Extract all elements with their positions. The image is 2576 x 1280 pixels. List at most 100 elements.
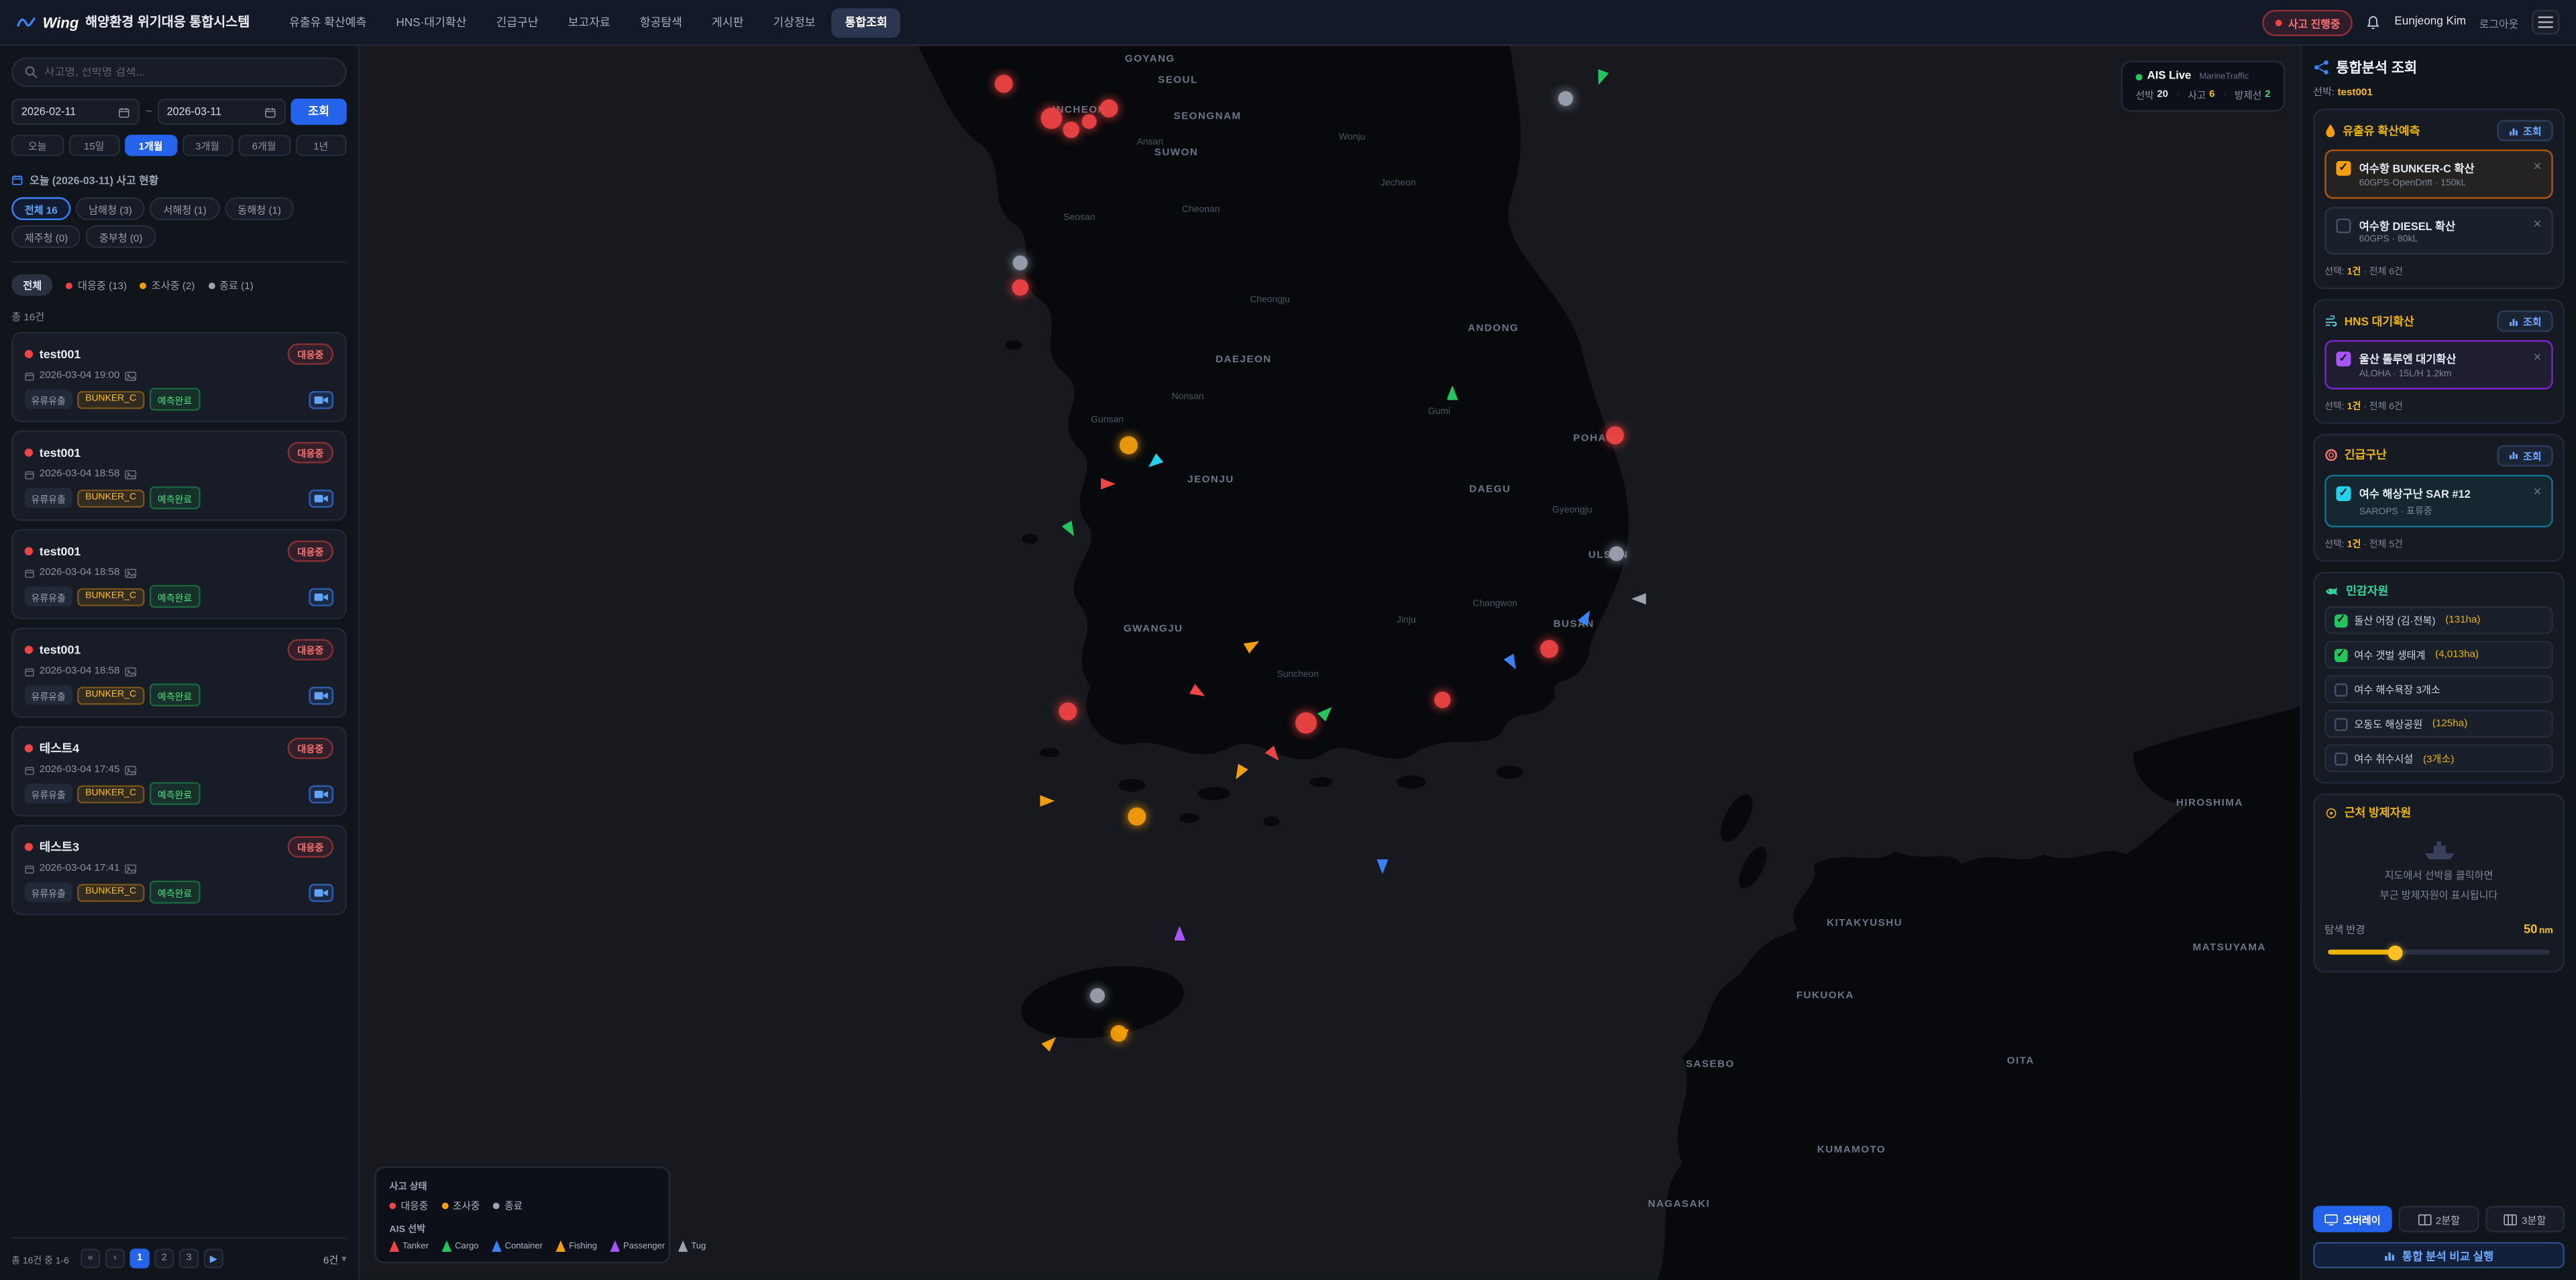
- view-3split-button[interactable]: 3분할: [2485, 1206, 2564, 1232]
- nav-item[interactable]: 긴급구난: [483, 7, 551, 37]
- region-chip[interactable]: 서해청 (1): [150, 197, 220, 220]
- nav-item[interactable]: 항공탐색: [627, 7, 695, 37]
- resource-item[interactable]: ✓ 여수 취수시설 (3개소): [2324, 744, 2553, 772]
- checkbox[interactable]: ✓: [2334, 683, 2348, 696]
- nav-item[interactable]: 유출유 확산예측: [276, 7, 380, 37]
- map-canvas[interactable]: GOYANG SEOUL INCHEON SEONGNAM Ansan SUWO…: [360, 46, 2300, 1280]
- quick-range-button[interactable]: 오늘: [11, 135, 63, 156]
- status-filter[interactable]: 전체: [11, 274, 53, 296]
- incident-marker[interactable]: [1090, 988, 1105, 1003]
- spill-scenario-item[interactable]: ✓ 여수항 DIESEL 확산 60GPS · 80kL ×: [2324, 206, 2553, 254]
- incident-marker[interactable]: [1540, 640, 1558, 658]
- incident-marker[interactable]: [1012, 279, 1028, 295]
- cctv-button[interactable]: [309, 390, 333, 409]
- bell-icon[interactable]: [2367, 14, 2381, 30]
- checkbox[interactable]: ✓: [2336, 486, 2351, 500]
- first-page-button[interactable]: «: [80, 1248, 100, 1268]
- resource-item[interactable]: ✓ 오동도 해상공원 (125ha): [2324, 710, 2553, 738]
- region-chip[interactable]: 남해청 (3): [76, 197, 146, 220]
- incident-marker[interactable]: [1063, 121, 1079, 138]
- region-chip[interactable]: 제주청 (0): [11, 225, 81, 248]
- status-filter[interactable]: 조사중 (2): [140, 278, 195, 292]
- page-size-select[interactable]: 6건 ▾: [323, 1251, 347, 1266]
- quick-range-button[interactable]: 1개월: [125, 135, 176, 156]
- incident-marker[interactable]: [1128, 808, 1146, 826]
- region-chip[interactable]: 전체 16: [11, 197, 70, 220]
- run-analysis-button[interactable]: 통합 분석 비교 실행: [2313, 1242, 2565, 1268]
- quick-range-button[interactable]: 3개월: [182, 135, 233, 156]
- page-button[interactable]: 2: [154, 1248, 174, 1268]
- view-2split-button[interactable]: 2분할: [2399, 1206, 2478, 1232]
- checkbox[interactable]: ✓: [2334, 614, 2348, 627]
- search-input[interactable]: [44, 66, 333, 78]
- checkbox[interactable]: ✓: [2336, 217, 2351, 232]
- logout-button[interactable]: 로그아웃: [2479, 14, 2519, 30]
- date-from-input[interactable]: 2026-02-11: [11, 99, 140, 125]
- incident-card[interactable]: test001 대응중 2026-03-04 18:58: [11, 628, 347, 718]
- close-icon[interactable]: ×: [2533, 160, 2541, 174]
- incident-active-badge[interactable]: 사고 진행중: [2262, 9, 2353, 35]
- incident-marker[interactable]: [995, 74, 1013, 93]
- checkbox[interactable]: ✓: [2336, 352, 2351, 366]
- checkbox[interactable]: ✓: [2334, 648, 2348, 661]
- close-icon[interactable]: ×: [2533, 484, 2541, 498]
- page-button[interactable]: 1: [129, 1248, 149, 1268]
- nav-item[interactable]: HNS·대기확산: [383, 7, 480, 37]
- quick-range-button[interactable]: 1년: [295, 135, 347, 156]
- play-button[interactable]: ▶: [204, 1248, 223, 1268]
- incident-marker[interactable]: [1040, 107, 1062, 129]
- prev-page-button[interactable]: ‹: [105, 1248, 125, 1268]
- quick-range-button[interactable]: 6개월: [238, 135, 290, 156]
- cctv-button[interactable]: [309, 489, 333, 507]
- spill-scenario-item[interactable]: ✓ 여수항 BUNKER-C 확산 60GPS·OpenDrift · 150k…: [2324, 150, 2553, 198]
- incident-card[interactable]: test001 대응중 2026-03-04 19:00: [11, 332, 347, 423]
- region-chip[interactable]: 중부청 (0): [86, 225, 156, 248]
- hns-query-button[interactable]: 조회: [2497, 311, 2553, 332]
- status-filter[interactable]: 대응중 (13): [66, 278, 127, 292]
- quick-range-button[interactable]: 15일: [68, 135, 120, 156]
- slider-knob[interactable]: [2387, 945, 2402, 959]
- hns-scenario-item[interactable]: ✓ 울산 톨루엔 대기확산 ALOHA · 15L/H 1.2km ×: [2324, 340, 2553, 388]
- close-icon[interactable]: ×: [2533, 350, 2541, 364]
- view-overlay-button[interactable]: 오버레이: [2313, 1206, 2392, 1232]
- date-to-input[interactable]: 2026-03-11: [157, 99, 286, 125]
- date-query-button[interactable]: 조회: [290, 99, 346, 125]
- sar-query-button[interactable]: 조회: [2497, 444, 2553, 466]
- radius-slider[interactable]: [2328, 950, 2550, 955]
- incident-card[interactable]: test001 대응중 2026-03-04 18:58: [11, 529, 347, 620]
- incident-marker[interactable]: [1120, 436, 1138, 454]
- incident-card[interactable]: 테스트3 대응중 2026-03-04 17:41: [11, 824, 347, 915]
- status-filter[interactable]: 종료 (1): [208, 278, 254, 292]
- resource-item[interactable]: ✓ 여수 갯벌 생태계 (4,013ha): [2324, 641, 2553, 669]
- cctv-button[interactable]: [309, 883, 333, 901]
- incident-marker[interactable]: [1434, 692, 1450, 708]
- cctv-button[interactable]: [309, 588, 333, 606]
- checkbox[interactable]: ✓: [2334, 751, 2348, 765]
- incident-marker[interactable]: [1558, 91, 1573, 106]
- nav-item[interactable]: 기상정보: [760, 7, 828, 37]
- nav-item[interactable]: 보고자료: [555, 7, 623, 37]
- incident-card[interactable]: test001 대응중 2026-03-04 18:58: [11, 431, 347, 521]
- incident-marker[interactable]: [1082, 114, 1097, 129]
- nav-item[interactable]: 통합조회: [832, 7, 900, 37]
- incident-marker[interactable]: [1609, 546, 1624, 561]
- cctv-button[interactable]: [309, 784, 333, 802]
- incident-card[interactable]: 테스트4 대응중 2026-03-04 17:45: [11, 726, 347, 816]
- incident-marker[interactable]: [1013, 256, 1028, 270]
- sar-scenario-item[interactable]: ✓ 여수 해상구난 SAR #12 SAROPS · 표류중 ×: [2324, 474, 2553, 528]
- resource-item[interactable]: ✓ 돌산 어장 (김·전복) (131ha): [2324, 606, 2553, 635]
- incident-marker[interactable]: [1100, 99, 1118, 117]
- page-button[interactable]: 3: [179, 1248, 199, 1268]
- incident-marker[interactable]: [1606, 427, 1624, 445]
- incident-marker[interactable]: [1295, 712, 1317, 734]
- close-icon[interactable]: ×: [2533, 216, 2541, 230]
- nav-item[interactable]: 게시판: [698, 7, 757, 37]
- incident-marker[interactable]: [1059, 702, 1077, 721]
- checkbox[interactable]: ✓: [2336, 161, 2351, 176]
- checkbox[interactable]: ✓: [2334, 717, 2348, 731]
- cctv-button[interactable]: [309, 686, 333, 704]
- spill-query-button[interactable]: 조회: [2497, 120, 2553, 142]
- resource-item[interactable]: ✓ 여수 해수욕장 3개소: [2324, 676, 2553, 704]
- menu-icon[interactable]: [2532, 10, 2560, 35]
- region-chip[interactable]: 동해청 (1): [225, 197, 294, 220]
